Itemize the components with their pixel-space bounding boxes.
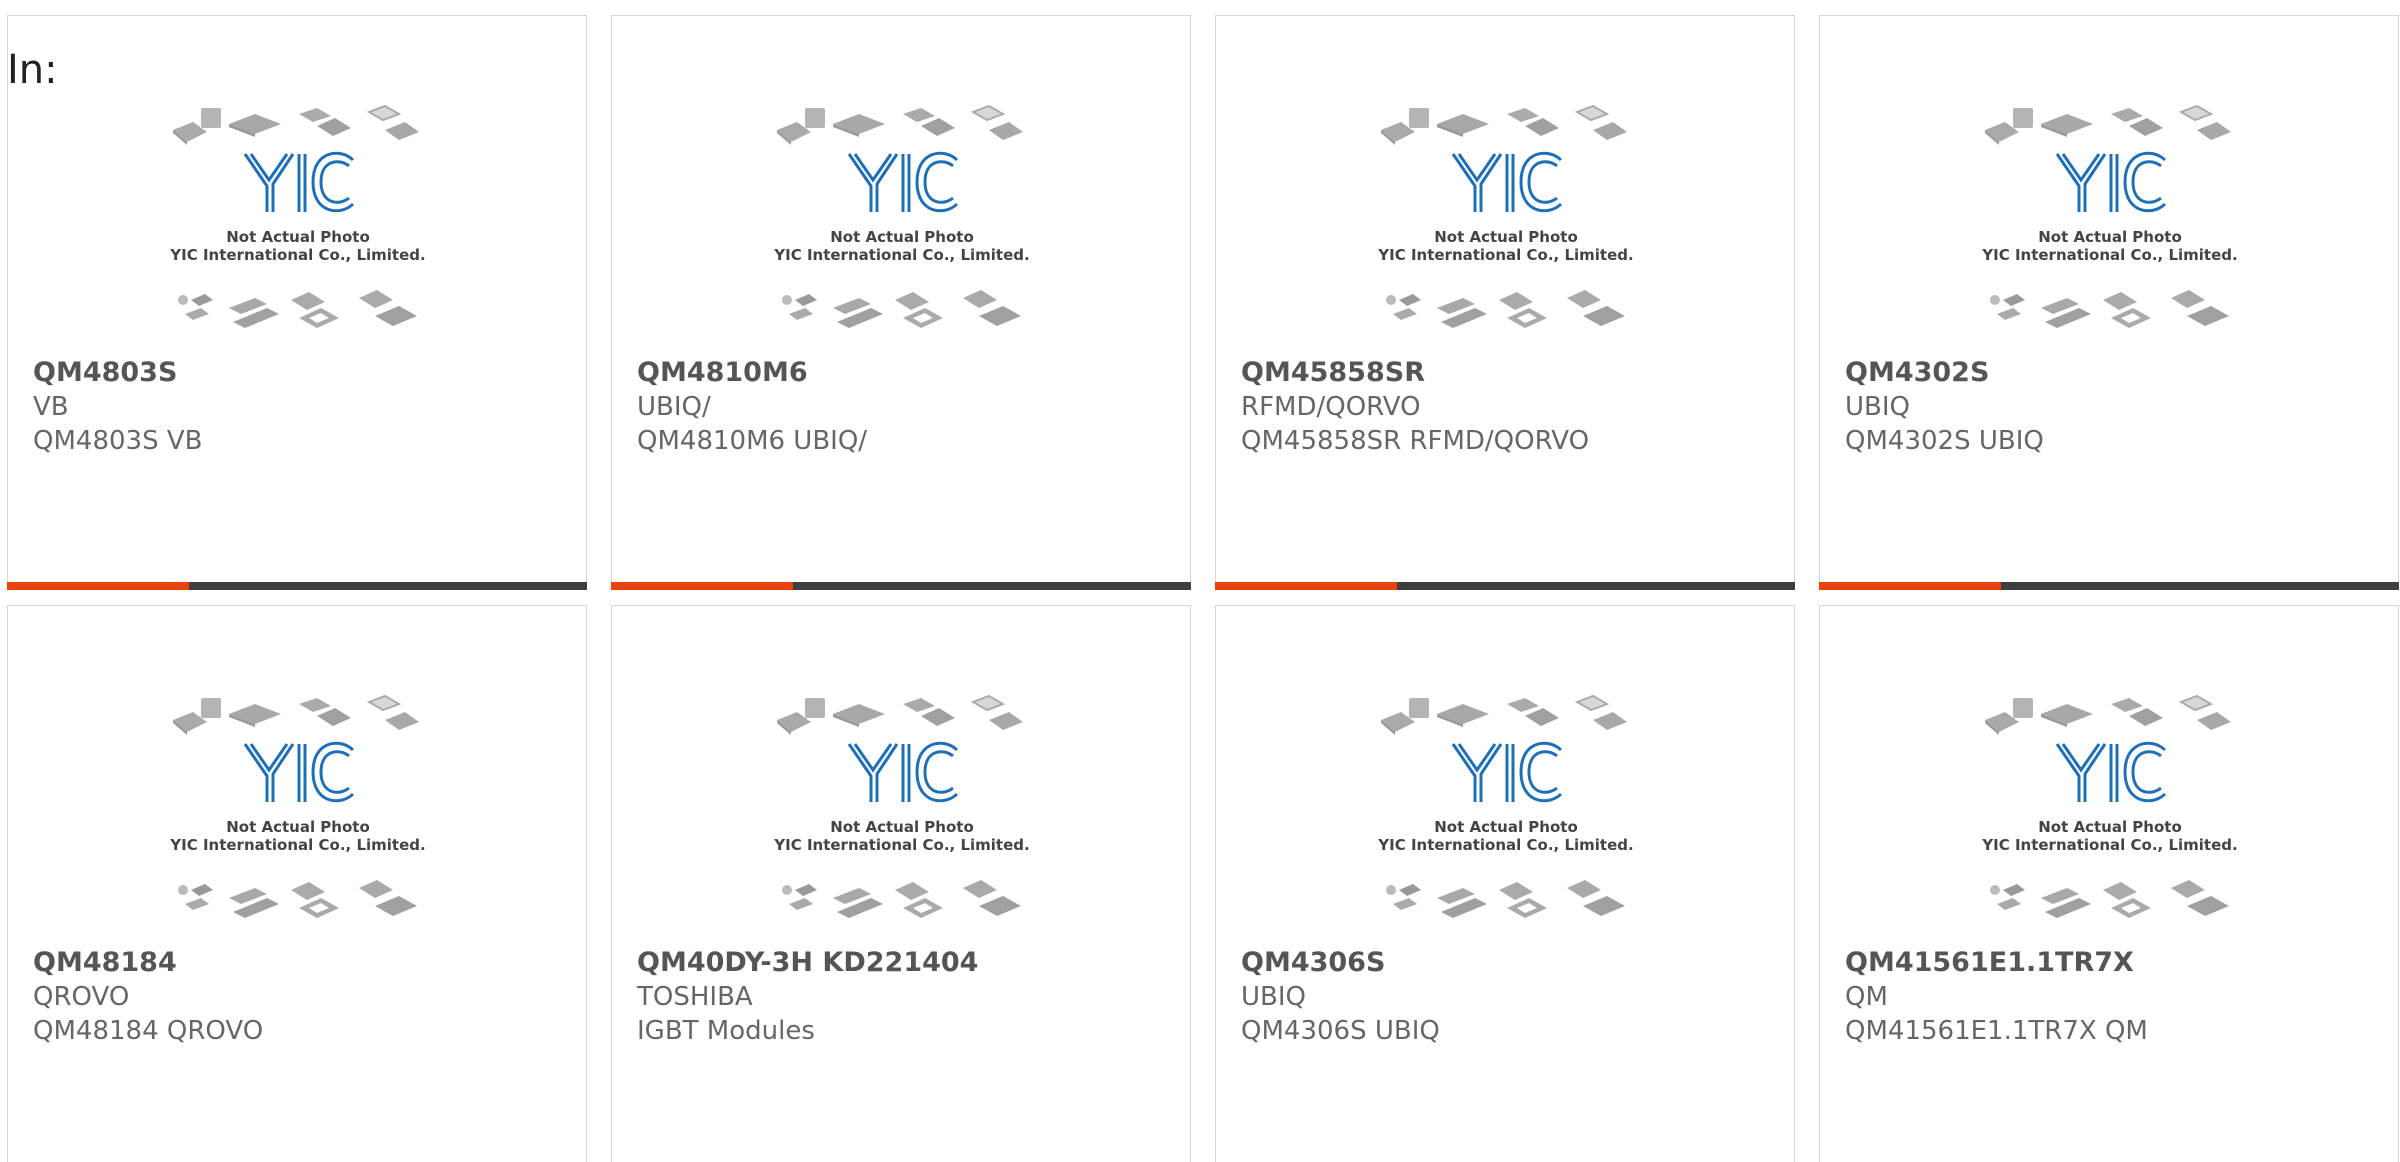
yic-logo-icon	[243, 151, 355, 213]
description: QM41561E1.1TR7X QM	[1845, 1016, 2148, 1046]
card-bar-accent	[1215, 582, 1397, 590]
placeholder-caption-line2: YIC International Co., Limited.	[773, 246, 1029, 264]
placeholder-photo: Not Actual Photo YIC International Co., …	[1981, 694, 2238, 918]
product-card[interactable]: Not Actual Photo YIC International Co., …	[7, 15, 587, 590]
yic-logo-icon	[847, 151, 959, 213]
placeholder-photo: Not Actual Photo YIC International Co., …	[773, 694, 1030, 918]
product-card[interactable]: Not Actual Photo YIC International Co., …	[611, 605, 1191, 1162]
part-number[interactable]: QM48184	[33, 946, 566, 980]
product-info: QM4810M6 UBIQ/ QM4810M6 UBIQ/	[637, 356, 1170, 458]
product-info: QM45858SR RFMD/QORVO QM45858SR RFMD/QORV…	[1241, 356, 1774, 458]
chip-icons-top	[173, 104, 419, 145]
manufacturer: UBIQ	[1241, 982, 1306, 1012]
part-number[interactable]: QM4803S	[33, 356, 566, 390]
placeholder-caption-line2: YIC International Co., Limited.	[169, 836, 425, 854]
part-number[interactable]: QM40DY-3H KD221404	[637, 946, 1170, 980]
product-info: QM40DY-3H KD221404 TOSHIBA IGBT Modules	[637, 946, 1170, 1048]
yic-logo-icon	[2055, 741, 2167, 803]
placeholder-caption-line1: Not Actual Photo	[2038, 818, 2182, 836]
description: QM4803S VB	[33, 426, 203, 456]
product-info: QM41561E1.1TR7X QM QM41561E1.1TR7X QM	[1845, 946, 2378, 1048]
product-info: QM4803S VB QM4803S VB	[33, 356, 566, 458]
placeholder-caption-line2: YIC International Co., Limited.	[169, 246, 425, 264]
placeholder-caption-line1: Not Actual Photo	[226, 228, 370, 246]
placeholder-photo: Not Actual Photo YIC International Co., …	[1981, 104, 2238, 328]
chip-icons-bottom	[178, 290, 417, 328]
part-number[interactable]: QM4306S	[1241, 946, 1774, 980]
placeholder-caption-line1: Not Actual Photo	[1434, 818, 1578, 836]
placeholder-caption-line1: Not Actual Photo	[2038, 228, 2182, 246]
yic-logo-icon	[243, 741, 355, 803]
description: QM4810M6 UBIQ/	[637, 426, 868, 456]
part-number[interactable]: QM4302S	[1845, 356, 2378, 390]
placeholder-photo: Not Actual Photo YIC International Co., …	[773, 104, 1030, 328]
manufacturer: UBIQ	[1845, 392, 1910, 422]
placeholder-caption-line2: YIC International Co., Limited.	[1377, 246, 1633, 264]
yic-logo-icon	[1451, 151, 1563, 213]
placeholder-caption-line2: YIC International Co., Limited.	[773, 836, 1029, 854]
description: QM4302S UBIQ	[1845, 426, 2044, 456]
placeholder-photo: Not Actual Photo YIC International Co., …	[1377, 104, 1634, 328]
product-card[interactable]: Not Actual Photo YIC International Co., …	[611, 15, 1191, 590]
description: IGBT Modules	[637, 1016, 815, 1046]
product-card[interactable]: Not Actual Photo YIC International Co., …	[7, 605, 587, 1162]
manufacturer: UBIQ/	[637, 392, 711, 422]
placeholder-caption-line1: Not Actual Photo	[1434, 228, 1578, 246]
description: QM45858SR RFMD/QORVO	[1241, 426, 1590, 456]
card-hover-bar	[611, 582, 1191, 590]
product-info: QM4302S UBIQ QM4302S UBIQ	[1845, 356, 2378, 458]
card-hover-bar	[1215, 582, 1795, 590]
description: QM4306S UBIQ	[1241, 1016, 1440, 1046]
placeholder-caption-line1: Not Actual Photo	[830, 818, 974, 836]
chip-icons-bottom	[1386, 290, 1625, 328]
card-hover-bar	[1819, 582, 2399, 590]
filter-in-label: In:	[7, 47, 58, 93]
product-listing-page: In: Not Actual Photo YIC International C…	[0, 0, 2400, 1162]
placeholder-caption-line1: Not Actual Photo	[830, 228, 974, 246]
chip-icons-top	[1985, 694, 2231, 735]
chip-icons-bottom	[782, 290, 1021, 328]
placeholder-photo: Not Actual Photo YIC International Co., …	[169, 694, 426, 918]
chip-icons-top	[173, 694, 419, 735]
chip-icons-bottom	[1990, 290, 2229, 328]
yic-logo-icon	[1451, 741, 1563, 803]
chip-icons-bottom	[782, 880, 1021, 918]
product-card[interactable]: Not Actual Photo YIC International Co., …	[1215, 15, 1795, 590]
manufacturer: QROVO	[33, 982, 130, 1012]
chip-icons-top	[777, 104, 1023, 145]
chip-icons-bottom	[178, 880, 417, 918]
product-grid: Not Actual Photo YIC International Co., …	[7, 15, 2399, 1162]
manufacturer: TOSHIBA	[637, 982, 753, 1012]
yic-logo-icon	[2055, 151, 2167, 213]
card-hover-bar	[7, 582, 587, 590]
product-card[interactable]: Not Actual Photo YIC International Co., …	[1819, 605, 2399, 1162]
description: QM48184 QROVO	[33, 1016, 264, 1046]
manufacturer: VB	[33, 392, 69, 422]
chip-icons-top	[1381, 694, 1627, 735]
product-card[interactable]: Not Actual Photo YIC International Co., …	[1215, 605, 1795, 1162]
chip-icons-bottom	[1990, 880, 2229, 918]
card-bar-accent	[1819, 582, 2001, 590]
chip-icons-top	[1381, 104, 1627, 145]
placeholder-caption-line1: Not Actual Photo	[226, 818, 370, 836]
part-number[interactable]: QM4810M6	[637, 356, 1170, 390]
placeholder-caption-line2: YIC International Co., Limited.	[1377, 836, 1633, 854]
card-bar-accent	[611, 582, 793, 590]
chip-icons-top	[1985, 104, 2231, 145]
placeholder-caption-line2: YIC International Co., Limited.	[1981, 246, 2237, 264]
product-info: QM4306S UBIQ QM4306S UBIQ	[1241, 946, 1774, 1048]
product-info: QM48184 QROVO QM48184 QROVO	[33, 946, 566, 1048]
product-card[interactable]: Not Actual Photo YIC International Co., …	[1819, 15, 2399, 590]
yic-logo-icon	[847, 741, 959, 803]
manufacturer: QM	[1845, 982, 1888, 1012]
chip-icons-top	[777, 694, 1023, 735]
part-number[interactable]: QM45858SR	[1241, 356, 1774, 390]
chip-icons-bottom	[1386, 880, 1625, 918]
card-bar-accent	[7, 582, 189, 590]
placeholder-photo: Not Actual Photo YIC International Co., …	[1377, 694, 1634, 918]
part-number[interactable]: QM41561E1.1TR7X	[1845, 946, 2378, 980]
placeholder-photo: Not Actual Photo YIC International Co., …	[169, 104, 426, 328]
manufacturer: RFMD/QORVO	[1241, 392, 1421, 422]
placeholder-caption-line2: YIC International Co., Limited.	[1981, 836, 2237, 854]
